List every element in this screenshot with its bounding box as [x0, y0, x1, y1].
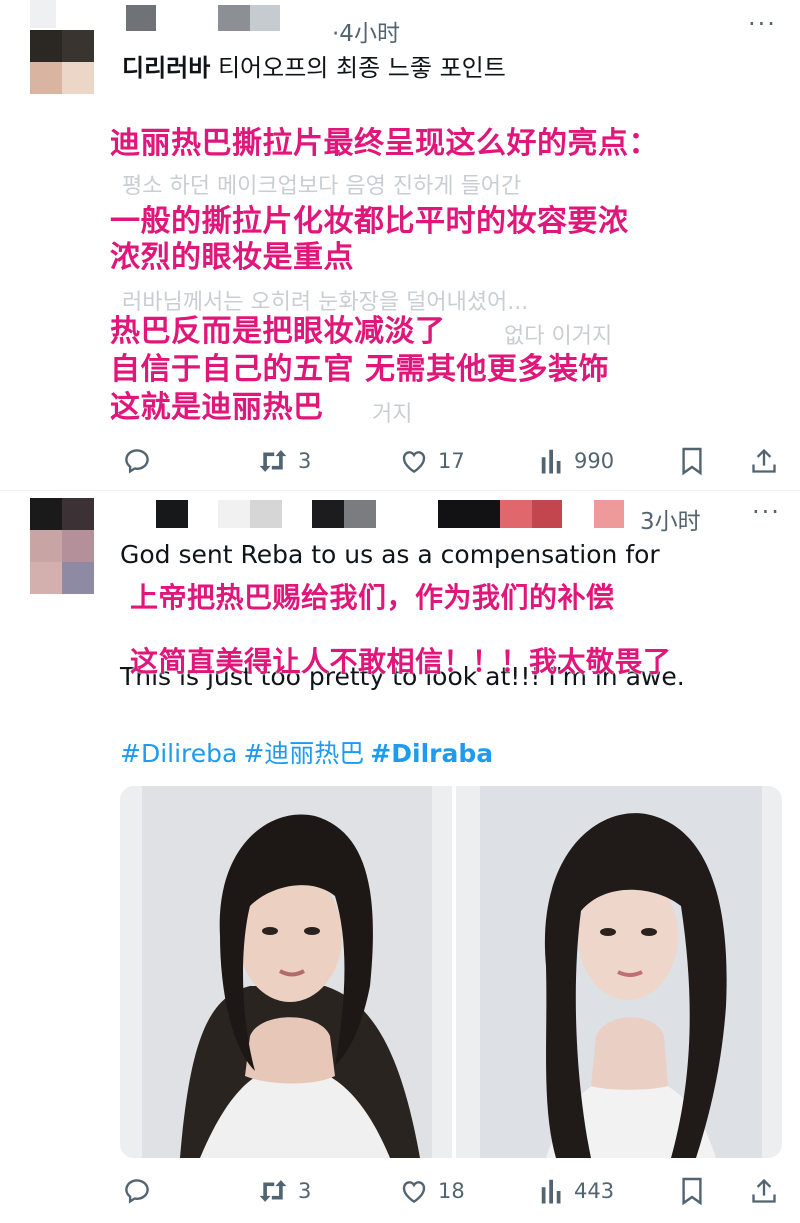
like-button[interactable]: 17: [398, 446, 465, 476]
reply-icon: [125, 449, 149, 474]
views-count: 990: [574, 449, 615, 473]
post-divider: [0, 490, 800, 491]
views-icon: [541, 449, 561, 474]
views-button[interactable]: 443: [540, 1176, 614, 1206]
share-icon: [752, 1178, 776, 1203]
retweet-count: 3: [298, 1179, 312, 1203]
media-photo-1[interactable]: [120, 786, 452, 1158]
retweet-icon: [259, 450, 287, 472]
views-icon: [541, 1179, 561, 1204]
views-count: 443: [574, 1179, 615, 1203]
share-icon: [752, 448, 776, 473]
like-icon: [402, 451, 426, 474]
bookmark-icon: [682, 447, 702, 476]
like-count: 17: [438, 449, 465, 473]
retweet-count: 3: [298, 449, 312, 473]
post-time: ·4小时: [332, 21, 400, 47]
post-text-line-1: God sent Reba to us as a compensation fo…: [120, 540, 660, 569]
more-icon[interactable]: ···: [752, 498, 781, 526]
hashtag-link[interactable]: #Dilraba: [370, 739, 493, 768]
overlay-caption-3: 浓烈的眼妆是重点: [110, 240, 354, 275]
portrait-image: [456, 786, 782, 1158]
hashtag-row: #Dilireba #迪丽热巴 #Dilraba: [120, 734, 499, 770]
more-icon[interactable]: ···: [748, 10, 777, 38]
reply-icon: [125, 1179, 149, 1204]
avatar[interactable]: [30, 498, 94, 594]
hashtag-link[interactable]: #迪丽热巴: [243, 739, 364, 768]
post-time: 3小时: [640, 509, 701, 535]
media-photo-2[interactable]: [456, 786, 782, 1158]
like-button[interactable]: 18: [398, 1176, 465, 1206]
retweet-icon: [259, 1180, 287, 1202]
post-title: 디리러바 티어오프의 최종 느좋 포인트: [122, 48, 506, 83]
overlay-caption-1: 上帝把热巴赐给我们，作为我们的补偿: [130, 581, 615, 614]
like-icon: [402, 1181, 426, 1204]
share-button[interactable]: [750, 1176, 778, 1206]
hashtag-link[interactable]: #Dilireba: [120, 739, 237, 768]
faded-korean-line-4: 거지: [372, 402, 413, 427]
overlay-caption-1: 迪丽热巴撕拉片最终呈现这么好的亮点：: [110, 126, 659, 161]
overlay-caption-2: 这简直美得让人不敢相信！！！我太敬畏了: [130, 645, 672, 678]
reply-button[interactable]: [122, 1176, 160, 1206]
post-title-bold: 디리러바: [122, 54, 211, 82]
portrait-image: [120, 786, 452, 1158]
post-title-rest: 티어오프의 최종 느좋 포인트: [210, 54, 506, 82]
bookmark-button[interactable]: [680, 446, 704, 476]
views-button[interactable]: 990: [540, 446, 614, 476]
overlay-caption-6: 这就是迪丽热巴: [110, 390, 324, 425]
like-count: 18: [438, 1179, 465, 1203]
share-button[interactable]: [750, 446, 778, 476]
bookmark-icon: [682, 1177, 702, 1206]
bookmark-button[interactable]: [680, 1176, 704, 1206]
reply-button[interactable]: [122, 446, 160, 476]
retweet-button[interactable]: 3: [256, 1176, 311, 1206]
retweet-button[interactable]: 3: [256, 446, 311, 476]
avatar[interactable]: [30, 30, 94, 94]
